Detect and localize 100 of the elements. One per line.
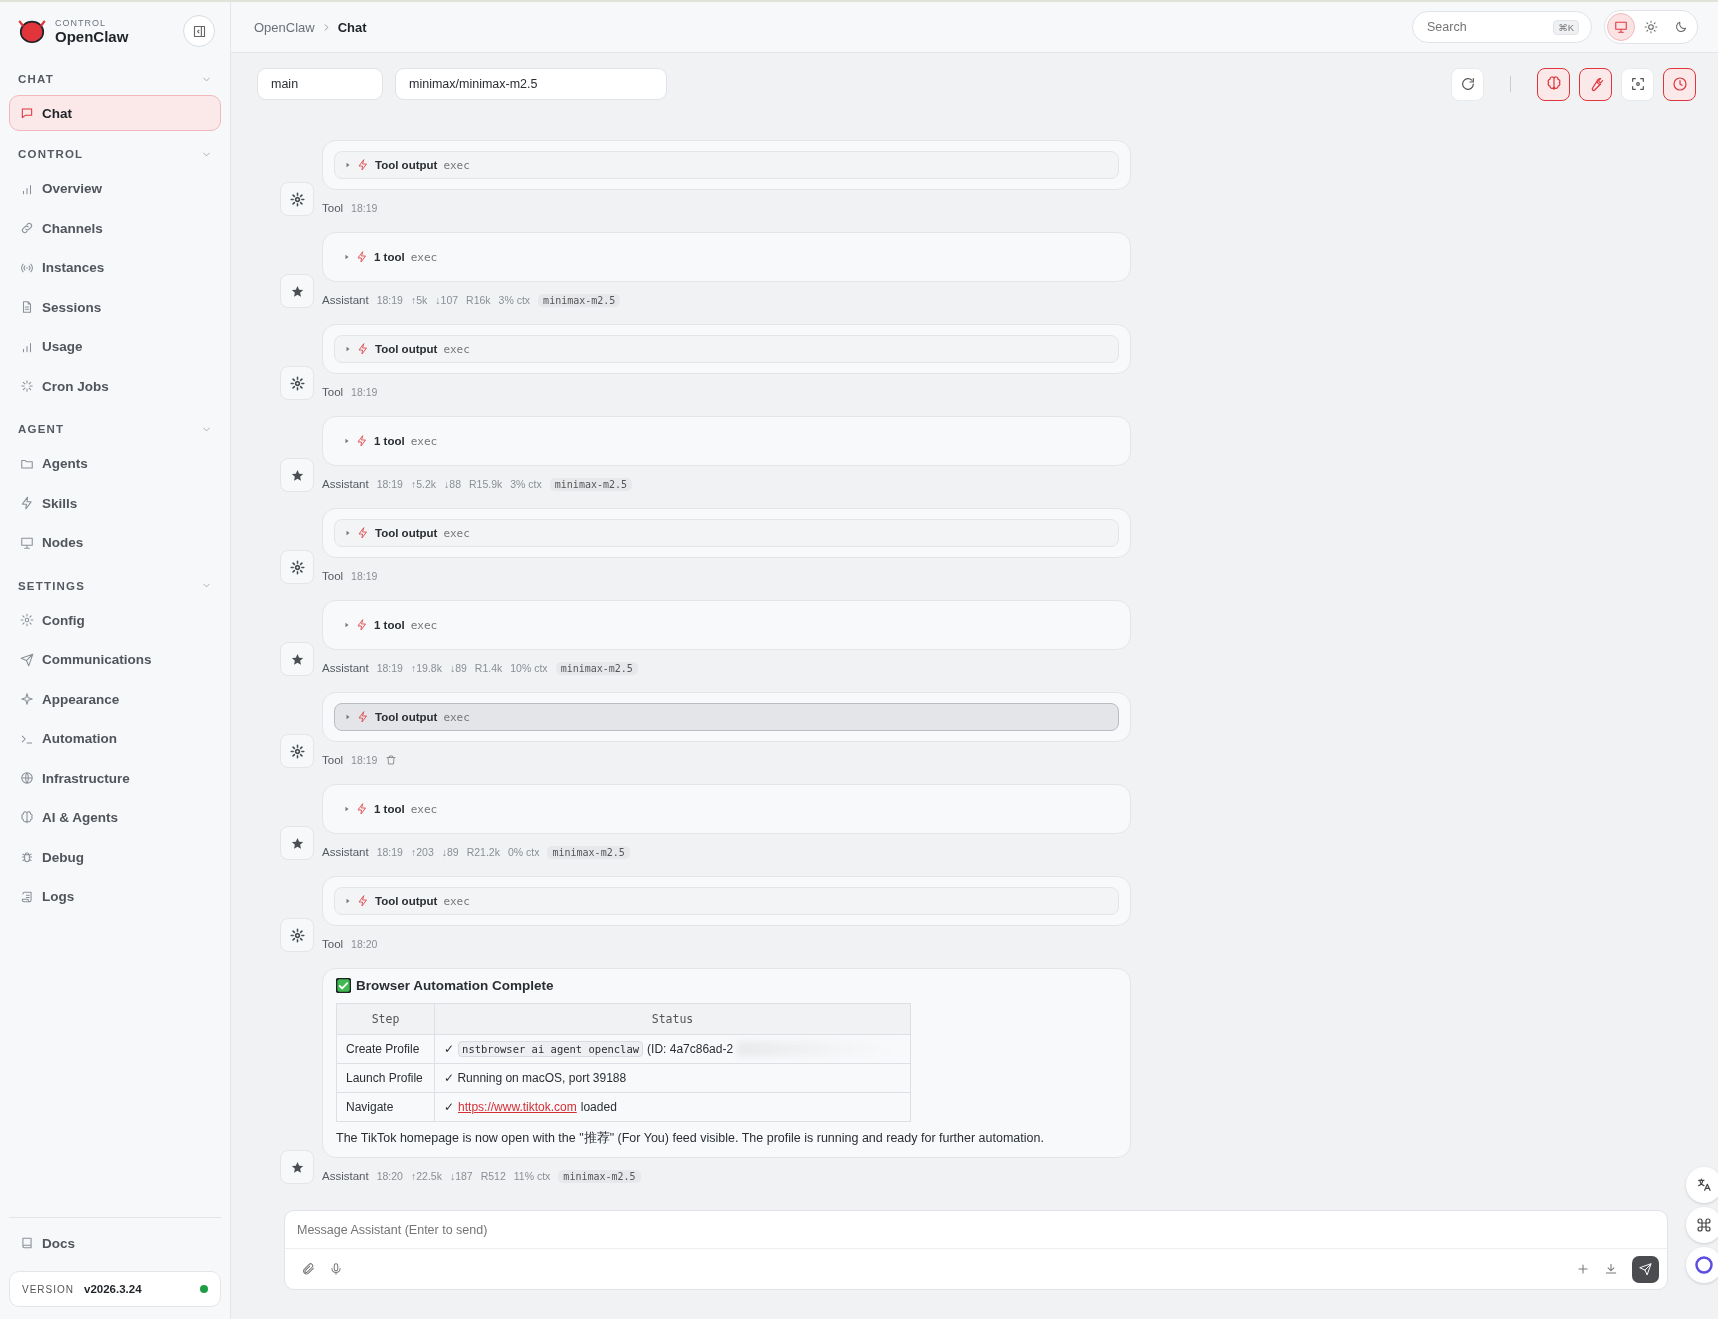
wrench-button[interactable]	[1579, 67, 1612, 101]
section-heading: SETTINGS	[18, 579, 86, 592]
nav-item[interactable]: Automation	[9, 719, 221, 759]
download-icon[interactable]	[1604, 1262, 1618, 1276]
nav-item[interactable]: Agents	[9, 444, 221, 484]
translate-button[interactable]	[1686, 1167, 1718, 1203]
tool-summary-row[interactable]: 1 tool exec	[334, 611, 1119, 639]
tool-summary-row[interactable]: 1 tool exec	[334, 427, 1119, 455]
usage-stat: R1.4k	[474, 662, 503, 674]
message-input[interactable]: Message Assistant (Enter to send)	[285, 1211, 1667, 1249]
usage-stat: 11% ctx	[513, 1170, 551, 1182]
caret-icon	[345, 714, 351, 720]
tool-summary-row[interactable]: 1 tool exec	[334, 795, 1119, 823]
send-button[interactable]	[1632, 1255, 1659, 1283]
sender-name: Assistant	[322, 1170, 369, 1182]
focus-icon	[1629, 76, 1646, 92]
collapse-sidebar-button[interactable]	[183, 15, 215, 47]
tool-summary-row[interactable]: 1 tool exec	[334, 243, 1119, 271]
timestamp: 18:19	[351, 202, 378, 214]
sidebar-toggle-icon	[191, 23, 207, 39]
nav-item[interactable]: Instances	[9, 248, 221, 288]
nav-item[interactable]: Chat	[9, 95, 221, 131]
nav-item[interactable]: AI & Agents	[9, 798, 221, 838]
globe-icon	[20, 771, 34, 786]
column-header: Step	[336, 1003, 435, 1035]
nav-item[interactable]: Config	[9, 600, 221, 640]
tool-output-row[interactable]: Tool output exec	[334, 151, 1119, 179]
usage-stat: ↓89	[449, 662, 467, 674]
ring-button[interactable]	[1686, 1247, 1718, 1283]
search-field[interactable]: Search ⌘K	[1412, 11, 1592, 43]
refresh-button[interactable]	[1451, 67, 1484, 101]
tool-name: exec	[410, 802, 438, 816]
usage-stat: ↓88	[444, 478, 461, 490]
tool-output-row[interactable]: Tool output exec	[334, 887, 1119, 915]
search-input[interactable]: Search	[1425, 19, 1554, 35]
timestamp: 18:19	[376, 846, 403, 858]
moon-icon	[1674, 20, 1688, 34]
nav-item[interactable]: Logs	[9, 877, 221, 917]
clock-button[interactable]	[1663, 67, 1696, 101]
nav-item[interactable]: Appearance	[9, 679, 221, 719]
theme-option[interactable]	[1607, 13, 1635, 41]
usage-stat: ↓107	[435, 294, 459, 306]
caret-icon	[344, 438, 350, 444]
usage-stat: R512	[480, 1170, 506, 1182]
timestamp: 18:19	[351, 570, 378, 582]
plus-icon[interactable]	[1576, 1262, 1590, 1276]
breadcrumb-item[interactable]: OpenClaw	[254, 19, 315, 35]
nav-item[interactable]: Channels	[9, 208, 221, 248]
model-input[interactable]: minimax/minimax-m2.5	[407, 76, 655, 92]
section-heading: AGENT	[18, 423, 65, 435]
brand-name: OpenClaw	[55, 27, 130, 45]
message-composer[interactable]: Message Assistant (Enter to send)	[284, 1210, 1668, 1290]
brain-button[interactable]	[1537, 67, 1570, 101]
usage-stat: 3% ctx	[510, 478, 542, 490]
nav-item[interactable]: Sessions	[9, 287, 221, 327]
focus-button[interactable]	[1621, 67, 1654, 101]
caret-icon	[345, 162, 351, 168]
tool-avatar	[280, 182, 314, 216]
nav-item[interactable]: Debug	[9, 837, 221, 877]
tool-name: exec	[443, 710, 470, 724]
section-heading: CONTROL	[18, 148, 84, 160]
refresh-icon	[1459, 76, 1476, 92]
command-button[interactable]	[1686, 1207, 1718, 1243]
paperclip-icon[interactable]	[301, 1262, 315, 1276]
nav-item[interactable]: Cron Jobs	[9, 366, 221, 406]
timestamp: 18:19	[376, 294, 403, 306]
tool-output-row[interactable]: Tool output exec	[334, 335, 1119, 363]
tool-avatar	[280, 918, 314, 952]
usage-stat: ↑22.5k	[410, 1170, 442, 1182]
lightning-icon	[357, 343, 369, 355]
tool-avatar	[280, 550, 314, 584]
tool-output-row[interactable]: Tool output exec	[334, 703, 1119, 731]
nav-item[interactable]: Docs	[9, 1223, 221, 1263]
nav-item[interactable]: Communications	[9, 640, 221, 680]
timestamp: 18:20	[376, 1170, 403, 1182]
sun-icon	[1644, 20, 1658, 34]
session-field[interactable]: main	[257, 68, 383, 100]
tool-output-row[interactable]: Tool output exec	[334, 519, 1119, 547]
tool-name: exec	[443, 158, 470, 172]
nav-item[interactable]: Infrastructure	[9, 758, 221, 798]
book-icon	[20, 1236, 34, 1251]
nav-item[interactable]: Overview	[9, 169, 221, 209]
tool-count: 1 tool	[374, 435, 405, 447]
status-text: ✓	[444, 1100, 455, 1114]
chat-bubble-icon	[20, 106, 34, 120]
nav-item[interactable]: Skills	[9, 483, 221, 523]
trash-icon[interactable]	[385, 754, 398, 766]
url-link[interactable]: https://www.tiktok.com	[458, 1100, 577, 1114]
nav-item[interactable]: Nodes	[9, 523, 221, 563]
lightning-icon	[356, 251, 368, 263]
lightning-icon	[356, 619, 368, 631]
microphone-icon[interactable]	[329, 1262, 343, 1276]
model-tag: minimax-m2.5	[558, 1169, 641, 1183]
session-input[interactable]: main	[269, 76, 371, 92]
assistant-avatar	[280, 642, 314, 676]
model-field[interactable]: minimax/minimax-m2.5	[395, 68, 667, 100]
model-tag: minimax-m2.5	[547, 845, 630, 859]
tool-title: Tool output	[375, 711, 438, 723]
shortcut-hint: ⌘K	[1553, 19, 1579, 35]
nav-item[interactable]: Usage	[9, 327, 221, 367]
